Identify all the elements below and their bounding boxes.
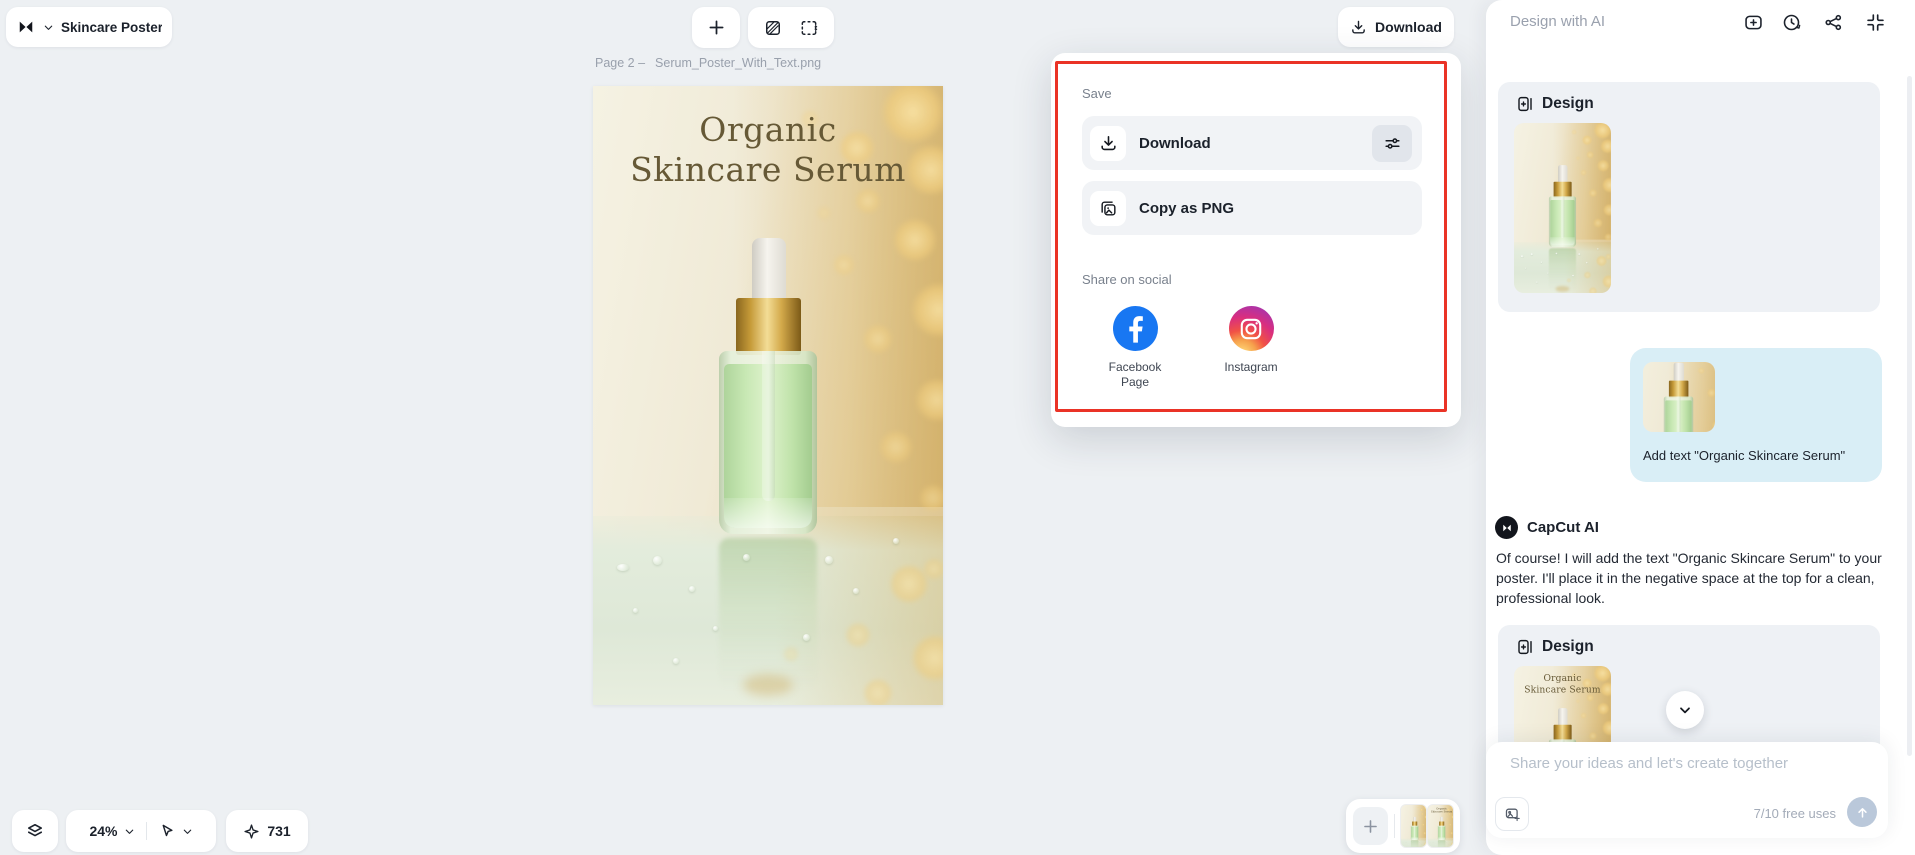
bottle-glass — [1410, 825, 1419, 840]
bottle-dropper — [1558, 165, 1568, 184]
zoom-value[interactable]: 24% — [89, 823, 117, 839]
poster-title: Organic Skincare Serum — [1524, 672, 1601, 695]
chevron-down-icon[interactable] — [182, 826, 193, 837]
design-icon — [1516, 638, 1534, 656]
zoom-control: 24% — [66, 810, 216, 852]
bottle-glass — [1663, 396, 1694, 432]
share-icon[interactable] — [1822, 11, 1844, 33]
design-result-thumbnail[interactable]: Organic Skincare Serum — [1514, 123, 1611, 293]
bottle-dropper — [752, 238, 786, 304]
download-icon — [1350, 19, 1367, 36]
user-message-text: Add text "Organic Skincare Serum" — [1643, 448, 1846, 463]
pages-strip: Organic Skincare Serum — [1346, 799, 1460, 853]
history-icon[interactable] — [1780, 11, 1802, 33]
poster-artwork: Organic Skincare Serum — [1401, 805, 1427, 847]
user-attachment-thumbnail[interactable]: Organic Skincare Serum — [1643, 362, 1715, 432]
layers-icon — [25, 821, 45, 841]
sparkle-icon — [243, 823, 260, 840]
canvas-tools-bar — [748, 7, 834, 48]
bottle-dropper — [1558, 708, 1568, 727]
page-1-thumbnail[interactable]: Organic Skincare Serum — [1401, 805, 1427, 847]
credits-counter[interactable]: 731 — [226, 810, 308, 852]
poster-title: Organic Skincare Serum — [1430, 806, 1453, 814]
divider — [145, 822, 147, 840]
project-title-bar[interactable]: Skincare Poster Pr... — [6, 7, 172, 47]
send-button[interactable] — [1847, 797, 1877, 827]
assistant-message: Of course! I will add the text "Organic … — [1496, 550, 1882, 606]
design-card-title: Design — [1542, 638, 1594, 655]
new-chat-icon[interactable] — [1742, 11, 1764, 33]
poster-artwork: Organic Skincare Serum — [1514, 123, 1611, 293]
bottle-glass — [719, 351, 817, 534]
download-button[interactable]: Download — [1338, 7, 1454, 47]
poster-artwork: Organic Skincare Serum — [593, 86, 943, 705]
bottle-cap — [1668, 380, 1689, 398]
bottle-glass — [1548, 196, 1577, 248]
project-title: Skincare Poster Pr... — [61, 19, 162, 35]
poster-artwork: Organic Skincare Serum — [1428, 805, 1453, 847]
capcut-editor: Skincare Poster Pr... Download Page 2 – … — [0, 0, 1915, 855]
layers-button[interactable] — [12, 810, 58, 852]
page-number: Page 2 – — [595, 56, 646, 70]
bottle-cap — [736, 298, 801, 355]
resize-icon[interactable] — [799, 18, 819, 38]
assistant-name: CapCut AI — [1527, 519, 1599, 536]
ai-panel-title: Design with AI — [1510, 13, 1606, 30]
poster-artwork: Organic Skincare Serum — [1643, 362, 1715, 432]
chevron-down-icon[interactable] — [43, 22, 54, 33]
credits-value: 731 — [267, 823, 291, 839]
design-card-title: Design — [1542, 95, 1594, 112]
ai-panel: Design with AI Design Add text "Organic … — [1486, 0, 1915, 855]
collapse-icon[interactable] — [1864, 11, 1886, 33]
user-message-bubble: Organic Skincare Serum — [1630, 348, 1882, 482]
file-name: Serum_Poster_With_Text.png — [655, 56, 822, 70]
bottle-dropper — [1673, 362, 1684, 383]
download-label: Download — [1375, 19, 1442, 35]
poster-title: Organic Skincare Serum — [630, 110, 906, 189]
capcut-logo-icon — [16, 17, 36, 37]
page-label: Page 2 – Serum_Poster_With_Text.png — [595, 56, 821, 70]
add-page-button[interactable] — [1353, 807, 1389, 845]
capcut-ai-avatar — [1495, 516, 1518, 539]
add-image-button[interactable] — [1495, 797, 1529, 831]
page-2-thumbnail[interactable]: Organic Skincare Serum — [1428, 805, 1453, 847]
ai-design-card-1[interactable]: Design — [1498, 82, 1880, 312]
divider — [1394, 814, 1396, 838]
red-highlight-annotation — [1055, 61, 1447, 412]
scroll-to-bottom-button[interactable] — [1666, 691, 1704, 729]
design-icon — [1516, 95, 1534, 113]
chat-input-card: 7/10 free uses — [1486, 742, 1888, 838]
bottle-glass — [1437, 825, 1446, 840]
background-icon[interactable] — [763, 18, 783, 38]
chevron-down-icon[interactable] — [124, 826, 135, 837]
assistant-header: CapCut AI — [1495, 516, 1599, 539]
poster-canvas[interactable]: Organic Skincare Serum — [593, 86, 943, 705]
add-element-button[interactable] — [692, 7, 740, 48]
bottle-cap — [1553, 724, 1572, 741]
bottle-cap — [1553, 181, 1572, 198]
chat-input[interactable] — [1510, 755, 1870, 787]
free-uses-counter: 7/10 free uses — [1753, 806, 1836, 821]
panel-scrollbar[interactable] — [1907, 76, 1912, 756]
cursor-icon[interactable] — [158, 822, 176, 840]
plus-icon — [706, 17, 727, 38]
